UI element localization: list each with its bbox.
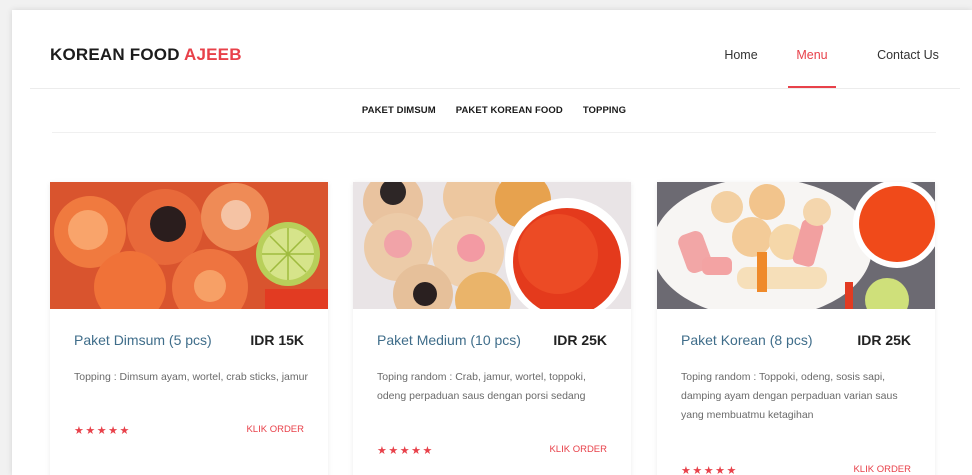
tab-topping[interactable]: TOPPING (583, 105, 626, 116)
klik-order-link[interactable]: KLIK ORDER (549, 444, 607, 455)
page: KOREAN FOOD AJEEB Home Menu Contact Us P… (12, 10, 972, 475)
nav-home[interactable]: Home (715, 10, 767, 88)
menu-card-medium: Paket Medium (10 pcs) IDR 25K Toping ran… (353, 182, 631, 475)
menu-card-dimsum: Paket Dimsum (5 pcs) IDR 15K Topping : D… (50, 182, 328, 475)
card-description: Toping random : Toppoki, odeng, sosis sa… (681, 371, 898, 421)
brand-name: KOREAN FOOD (50, 45, 180, 64)
star-rating: ★★★★★ (377, 445, 434, 457)
tab-paket-dimsum[interactable]: PAKET DIMSUM (362, 105, 436, 116)
category-tabs: PAKET DIMSUM PAKET KOREAN FOOD TOPPING (52, 88, 936, 133)
card-price: IDR 15K (250, 332, 304, 348)
card-price: IDR 25K (857, 332, 911, 348)
nav-contact-us[interactable]: Contact Us (865, 10, 951, 88)
klik-order-link[interactable]: KLIK ORDER (853, 464, 911, 475)
site-header: KOREAN FOOD AJEEB Home Menu Contact Us (30, 10, 960, 89)
brand-accent: AJEEB (184, 45, 242, 64)
card-title[interactable]: Paket Korean (8 pcs) (681, 332, 813, 348)
tab-paket-korean-food[interactable]: PAKET KOREAN FOOD (456, 105, 563, 116)
card-description: Toping random : Crab, jamur, wortel, top… (377, 371, 586, 402)
korean-package-photo[interactable] (657, 182, 935, 309)
card-price: IDR 25K (553, 332, 607, 348)
star-rating: ★★★★★ (74, 425, 131, 437)
star-rating: ★★★★★ (681, 465, 738, 475)
card-title[interactable]: Paket Dimsum (5 pcs) (74, 332, 212, 348)
dimsum-photo[interactable] (50, 182, 328, 309)
card-description: Topping : Dimsum ayam, wortel, crab stic… (74, 371, 308, 383)
card-title[interactable]: Paket Medium (10 pcs) (377, 332, 521, 348)
brand-logo[interactable]: KOREAN FOOD AJEEB (50, 45, 242, 65)
menu-card-korean: Paket Korean (8 pcs) IDR 25K Toping rand… (657, 182, 935, 475)
nav-menu[interactable]: Menu (788, 10, 836, 88)
klik-order-link[interactable]: KLIK ORDER (246, 424, 304, 435)
medium-package-photo[interactable] (353, 182, 631, 309)
